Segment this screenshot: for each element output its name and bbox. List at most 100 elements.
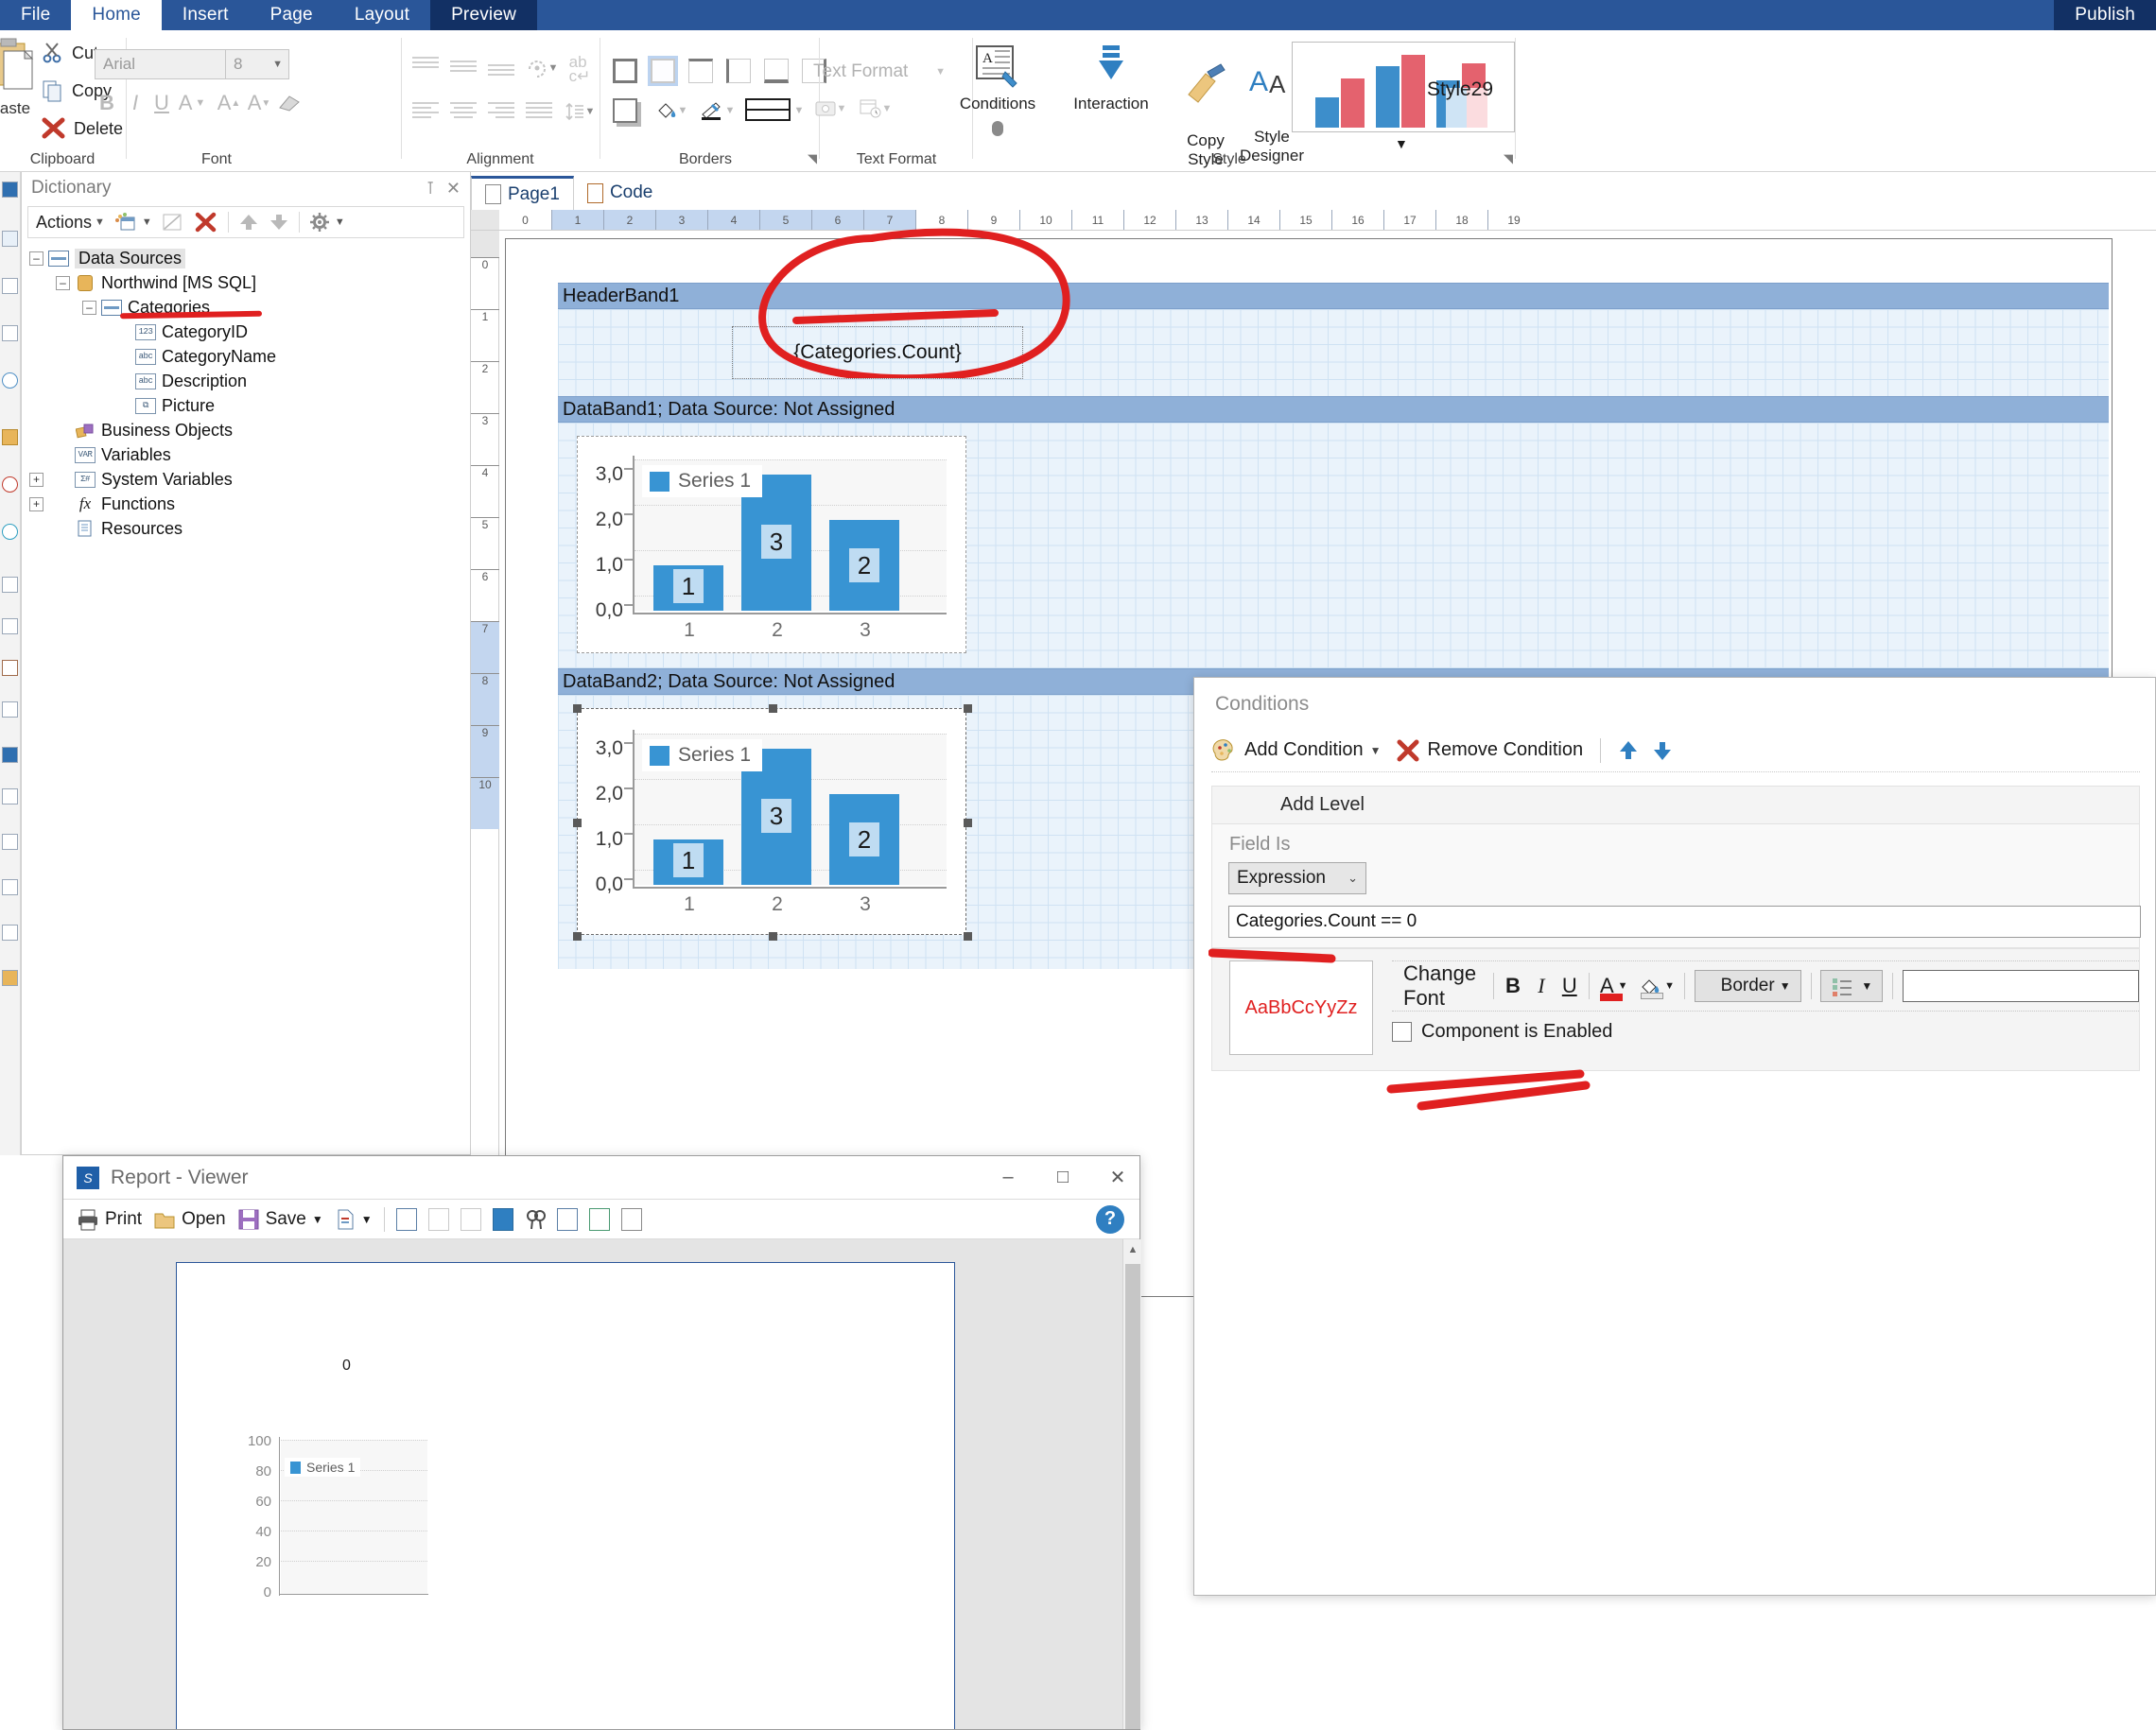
viewer-vertical-scrollbar[interactable]: ▲ <box>1122 1239 1141 1729</box>
expression-input[interactable]: Categories.Count == 0 <box>1228 906 2141 938</box>
ribbon-tab-file[interactable]: File <box>0 0 71 30</box>
tab-code[interactable]: Code <box>574 176 666 210</box>
viewer-print-button[interactable]: Print <box>77 1208 142 1231</box>
toolbox-item-gauge-icon[interactable] <box>2 476 18 493</box>
style-dialog-launcher[interactable]: ◥ <box>1504 151 1513 166</box>
tab-page1[interactable]: Page1 <box>471 176 574 210</box>
delete-button[interactable]: Delete <box>42 117 123 140</box>
list-style-dropdown-button[interactable]: ▼ <box>1820 970 1884 1002</box>
chart1-legend[interactable]: Series 1 <box>642 465 763 497</box>
condition-move-down-button[interactable] <box>1652 739 1673 762</box>
viewer-thumbnails-icon[interactable] <box>588 1207 610 1231</box>
tree-node-picture[interactable]: ⧉ Picture <box>29 393 464 418</box>
selection-handle-e[interactable] <box>964 819 972 827</box>
selection-handle-nw[interactable] <box>573 704 582 713</box>
shrink-font-button[interactable]: A ▼ <box>244 89 274 117</box>
cut-button[interactable]: Cut <box>42 42 98 64</box>
viewer-page-setup-button[interactable]: ▼ <box>335 1208 373 1231</box>
condition-move-up-button[interactable] <box>1618 739 1639 762</box>
toolbox-item-databand-icon[interactable] <box>2 577 18 593</box>
field-is-select[interactable]: Expression ⌄ <box>1228 862 1366 894</box>
selection-handle-se[interactable] <box>964 932 972 941</box>
border-color-button[interactable]: ▼ <box>694 96 739 125</box>
line-spacing-button[interactable]: ▼ <box>560 98 600 125</box>
viewer-chart-legend[interactable]: Series 1 <box>285 1458 361 1477</box>
viewer-find-icon[interactable] <box>524 1207 546 1231</box>
band-body-databand1[interactable]: 3,0 2,0 1,0 0,0 1 3 2 1 2 3 Series 1 <box>558 423 2109 668</box>
tree-node-resources[interactable]: Resources <box>29 516 464 541</box>
viewer-report-page[interactable]: 0 100 80 60 40 20 0 Series 1 <box>176 1262 955 1729</box>
expander-icon[interactable]: – <box>56 275 70 290</box>
underline-button[interactable]: U <box>148 89 176 117</box>
tree-node-description[interactable]: abc Description <box>29 369 464 393</box>
toolbox-item-barcode-icon[interactable] <box>2 325 18 341</box>
add-level-row[interactable]: Add Level <box>1211 786 2140 823</box>
text-format-datetime-button[interactable]: ▼ <box>855 95 896 123</box>
band-header-headerband1[interactable]: HeaderBand1 <box>558 283 2109 309</box>
border-dropdown-button[interactable]: Border ▼ <box>1694 970 1801 1002</box>
delete-item-button[interactable] <box>194 212 218 233</box>
align-left-button[interactable] <box>412 102 439 121</box>
interaction-button[interactable]: Interaction <box>1059 43 1163 113</box>
tree-node-variables[interactable]: VAR Variables <box>29 442 464 467</box>
viewer-open-button[interactable]: Open <box>153 1208 226 1231</box>
align-middle-button[interactable] <box>450 61 477 75</box>
report-viewer-window[interactable]: S Report - Viewer – □ ✕ Print Open Save … <box>62 1155 1141 1730</box>
viewer-save-button[interactable]: Save ▼ <box>237 1208 323 1231</box>
horizontal-ruler[interactable]: 0 1 2 3 4 5 6 7 8 9 10 11 12 13 14 15 16… <box>471 210 2156 231</box>
toolbox-item-groupband-icon[interactable] <box>2 701 18 718</box>
toolbox-item-richtext-icon[interactable] <box>2 231 18 247</box>
conditions-button[interactable]: A Conditions <box>946 43 1050 136</box>
toolbox-item-column-footer-icon[interactable] <box>2 879 18 895</box>
align-center-button[interactable] <box>450 102 477 121</box>
grow-font-button[interactable]: A ▲ <box>214 89 244 117</box>
selection-handle-n[interactable] <box>769 704 777 713</box>
text-rotation-button[interactable]: ▼ <box>522 55 562 81</box>
bold-button[interactable]: B <box>93 89 121 117</box>
viewer-maximize-button[interactable]: □ <box>1041 1157 1085 1199</box>
band-body-headerband1[interactable]: {Categories.Count} <box>558 309 2109 396</box>
toolbox-strip[interactable] <box>0 172 21 1155</box>
component-enabled-row[interactable]: Component is Enabled <box>1392 1021 1612 1043</box>
component-enabled-checkbox[interactable] <box>1392 1022 1412 1042</box>
toolbox-item-text-icon[interactable] <box>2 182 18 198</box>
chart-component-databand1[interactable]: 3,0 2,0 1,0 0,0 1 3 2 1 2 3 Series 1 <box>577 436 966 653</box>
toolbox-item-panel-icon[interactable] <box>2 429 18 445</box>
expander-icon[interactable]: + <box>29 472 43 487</box>
cond-bold-button[interactable]: B <box>1504 974 1522 998</box>
conditions-dialog[interactable]: Conditions Add Condition ▼ Remove Condit… <box>1193 677 2156 1596</box>
font-size-combo[interactable]: 8 ▼ <box>225 49 289 79</box>
toolbox-item-image-icon[interactable] <box>2 278 18 294</box>
viewer-minimize-button[interactable]: – <box>986 1157 1030 1199</box>
border-top-button[interactable] <box>688 59 713 83</box>
tree-node-data-sources[interactable]: – Data Sources <box>29 246 464 270</box>
border-style-button[interactable]: ▼ <box>743 95 806 127</box>
chart-component-databand2[interactable]: 3,0 2,0 1,0 0,0 1 3 2 1 2 3 Series 1 <box>573 704 972 941</box>
font-color-button[interactable]: A ▼ <box>174 89 210 117</box>
viewer-canvas[interactable]: 0 100 80 60 40 20 0 Series 1 ▲ <box>63 1239 1141 1729</box>
dictionary-settings-button[interactable]: ▼ <box>309 212 345 233</box>
viewer-parameters-icon[interactable] <box>620 1207 642 1231</box>
close-icon[interactable]: ✕ <box>446 179 461 199</box>
remove-condition-button[interactable]: Remove Condition <box>1395 738 1583 763</box>
tree-node-categoryname[interactable]: abc CategoryName <box>29 344 464 369</box>
cond-italic-button[interactable]: I <box>1532 974 1551 998</box>
border-none-button[interactable] <box>648 56 678 86</box>
toolbox-item-chart-icon[interactable] <box>2 524 18 540</box>
change-font-button[interactable]: Change Font <box>1403 961 1484 1011</box>
toolbox-item-child-band-icon[interactable] <box>2 925 18 941</box>
border-bottom-button[interactable] <box>764 59 789 83</box>
new-item-button[interactable]: ▼ <box>114 212 152 233</box>
vertical-ruler[interactable]: 0 1 2 3 4 5 6 7 8 9 10 <box>471 231 499 1308</box>
toolbox-item-empty-band-icon[interactable] <box>2 970 18 986</box>
condition-text-input[interactable] <box>1902 970 2139 1002</box>
actions-dropdown-button[interactable]: Actions ▼ <box>36 213 105 233</box>
tree-node-business-objects[interactable]: Business Objects <box>29 418 464 442</box>
band-header-databand1[interactable]: DataBand1; Data Source: Not Assigned <box>558 396 2109 423</box>
selection-handle-s[interactable] <box>769 932 777 941</box>
selection-handle-ne[interactable] <box>964 704 972 713</box>
borders-dialog-launcher[interactable]: ◥ <box>808 151 817 166</box>
viewer-help-button[interactable]: ? <box>1096 1204 1124 1234</box>
ribbon-tab-insert[interactable]: Insert <box>162 0 250 30</box>
clear-format-button[interactable] <box>274 89 304 117</box>
